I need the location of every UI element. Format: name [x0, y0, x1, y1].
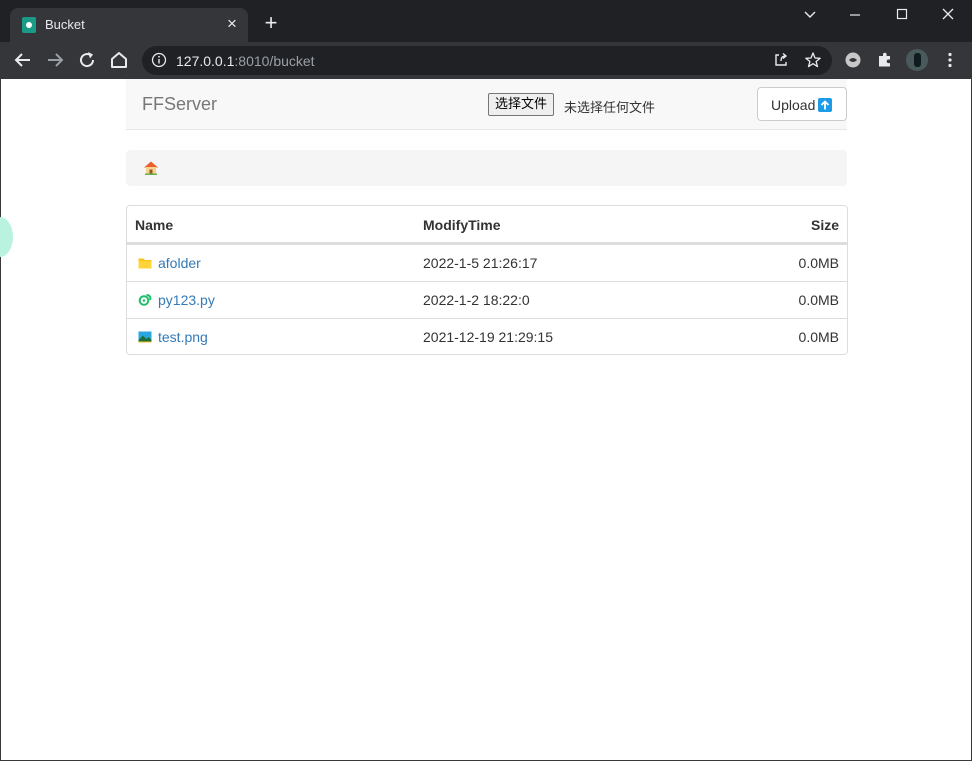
file-size: 0.0MB	[798, 329, 839, 345]
file-name-link[interactable]: test.png	[158, 329, 208, 345]
maximize-icon[interactable]	[890, 3, 914, 25]
table-row[interactable]: test.png 2021-12-19 21:29:15 0.0MB	[127, 318, 847, 354]
file-name-link[interactable]: py123.py	[158, 292, 215, 308]
page-viewport: FFServer 选择文件 未选择任何文件 Upload Name Modify…	[0, 79, 972, 761]
url-text[interactable]: 127.0.0.1:8010/bucket	[176, 53, 315, 69]
choose-file-button[interactable]: 选择文件	[488, 93, 555, 116]
extensions-puzzle-icon[interactable]	[875, 50, 895, 70]
column-header-size[interactable]: Size	[811, 217, 839, 233]
python-file-icon	[138, 293, 152, 307]
tab-close-icon[interactable]: ×	[224, 15, 240, 32]
site-info-icon[interactable]	[151, 52, 167, 73]
modify-time: 2022-1-5 21:26:17	[423, 255, 538, 271]
file-size: 0.0MB	[798, 255, 839, 271]
breadcrumb	[126, 150, 847, 186]
table-row[interactable]: py123.py 2022-1-2 18:22:0 0.0MB	[127, 281, 847, 318]
tab-title: Bucket	[45, 17, 85, 32]
browser-toolbar: 127.0.0.1:8010/bucket	[0, 42, 972, 79]
brand-title[interactable]: FFServer	[142, 94, 217, 115]
file-name-link[interactable]: afolder	[158, 255, 201, 271]
image-file-icon	[138, 330, 152, 344]
url-path: :8010/bucket	[234, 53, 315, 69]
upload-button[interactable]: Upload	[757, 87, 847, 121]
file-size: 0.0MB	[798, 292, 839, 308]
home-icon[interactable]	[143, 160, 159, 180]
folder-icon	[138, 256, 152, 270]
navbar: FFServer 选择文件 未选择任何文件 Upload	[126, 79, 847, 130]
address-bar[interactable]: 127.0.0.1:8010/bucket	[142, 46, 832, 75]
bookmark-star-icon[interactable]	[804, 51, 822, 74]
forward-icon[interactable]	[43, 48, 67, 72]
modify-time: 2021-12-19 21:29:15	[423, 329, 553, 345]
browser-tab[interactable]: Bucket ×	[10, 8, 248, 42]
modify-time: 2022-1-2 18:22:0	[423, 292, 530, 308]
share-icon[interactable]	[772, 51, 790, 74]
side-widget[interactable]	[0, 217, 13, 257]
file-status-text: 未选择任何文件	[564, 101, 656, 116]
table-row[interactable]: afolder 2022-1-5 21:26:17 0.0MB	[127, 244, 847, 281]
column-header-modify-time[interactable]: ModifyTime	[423, 217, 501, 233]
browser-tab-strip: Bucket × +	[0, 0, 972, 42]
extension-icon[interactable]	[843, 50, 863, 70]
table-header: Name ModifyTime Size	[127, 206, 847, 244]
upload-arrow-icon	[818, 98, 832, 112]
new-tab-button[interactable]: +	[260, 12, 282, 35]
file-table: Name ModifyTime Size afolder 2022-1-5 21…	[126, 205, 848, 355]
back-icon[interactable]	[11, 48, 35, 72]
menu-kebab-icon[interactable]	[940, 50, 960, 70]
upload-label: Upload	[771, 97, 816, 113]
home-button-icon[interactable]	[107, 48, 131, 72]
close-window-icon[interactable]	[936, 3, 960, 25]
column-header-name[interactable]: Name	[135, 217, 173, 233]
tab-search-icon[interactable]	[798, 3, 822, 25]
profile-avatar[interactable]	[906, 49, 928, 71]
url-host: 127.0.0.1	[176, 53, 235, 69]
reload-icon[interactable]	[75, 48, 99, 72]
minimize-icon[interactable]	[843, 3, 867, 25]
favicon-icon	[22, 17, 36, 33]
